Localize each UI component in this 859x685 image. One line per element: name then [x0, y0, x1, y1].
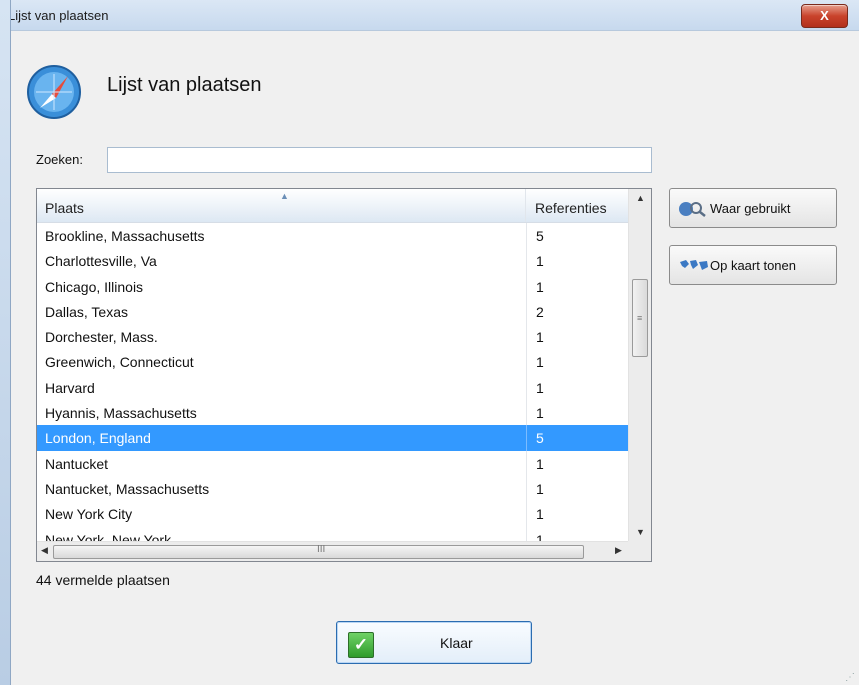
references-cell: 1 — [536, 329, 544, 346]
column-separator — [526, 425, 527, 451]
world-map-icon — [680, 260, 708, 270]
place-name-cell: Nantucket — [45, 455, 109, 472]
places-list[interactable]: Plaats ▲ Referenties Brookline, Massachu… — [36, 188, 652, 562]
grip-icon: III — [317, 544, 326, 555]
list-row[interactable]: Dorchester, Mass. 1 — [37, 324, 628, 350]
column-separator — [526, 450, 527, 476]
list-rows: Brookline, Massachusetts 5 Charlottesville… — [37, 223, 628, 552]
close-button[interactable]: X — [801, 4, 848, 28]
horizontal-scrollbar[interactable]: ◀ III ▶ — [37, 541, 651, 561]
vertical-scrollbar[interactable]: ▲ ≡ ▼ — [628, 189, 651, 541]
scroll-right-arrow-icon[interactable]: ▶ — [615, 545, 622, 556]
column-separator — [526, 273, 527, 299]
references-cell: 2 — [536, 303, 544, 320]
resize-grip-icon[interactable]: ⋰ — [845, 672, 855, 683]
place-name-cell: Dorchester, Mass. — [45, 329, 158, 346]
horizontal-scroll-thumb[interactable]: III — [53, 544, 584, 559]
sort-ascending-icon: ▲ — [280, 191, 289, 201]
checkmark-icon: ✓ — [348, 632, 374, 658]
column-separator — [526, 349, 527, 375]
list-row[interactable]: Greenwich, Connecticut 1 — [37, 349, 628, 375]
list-row[interactable]: New York City 1 — [37, 501, 628, 527]
page-title: Lijst van plaatsen — [107, 74, 262, 96]
window-title: Lijst van plaatsen — [8, 8, 109, 23]
scroll-down-arrow-icon[interactable]: ▼ — [629, 527, 651, 537]
references-cell: 1 — [536, 379, 544, 396]
references-cell: 1 — [536, 506, 544, 523]
magnifier-icon — [679, 202, 706, 217]
list-row[interactable]: Brookline, Massachusetts 5 — [37, 223, 628, 249]
search-label: Zoeken: — [36, 152, 83, 167]
scroll-left-arrow-icon[interactable]: ◀ — [41, 545, 48, 556]
list-header: Plaats ▲ Referenties — [37, 189, 628, 223]
column-separator — [526, 223, 527, 249]
list-row[interactable]: London, England 5 — [37, 425, 628, 451]
column-separator — [526, 400, 527, 426]
close-icon: X — [820, 8, 829, 23]
place-name-cell: New York City — [45, 506, 133, 523]
references-cell: 1 — [536, 278, 544, 295]
column-separator — [526, 501, 527, 527]
scrollbar-corner — [628, 541, 651, 561]
place-name-cell: Dallas, Texas — [45, 303, 129, 320]
list-row[interactable]: Nantucket, Massachusetts 1 — [37, 475, 628, 502]
references-cell: 1 — [536, 405, 544, 422]
search-input[interactable] — [107, 147, 652, 173]
references-cell: 1 — [536, 253, 544, 270]
place-name-cell: Greenwich, Connecticut — [45, 354, 194, 371]
scroll-up-arrow-icon[interactable]: ▲ — [629, 193, 651, 203]
place-name-cell: Hyannis, Massachusetts — [45, 405, 197, 422]
places-count-text: 44 vermelde plaatsen — [36, 572, 170, 588]
references-cell: 1 — [536, 354, 544, 371]
list-row[interactable]: Charlottesville, Va 1 — [37, 248, 628, 274]
place-name-cell: Charlottesville, Va — [45, 253, 157, 270]
column-separator — [526, 324, 527, 350]
compass-icon — [27, 65, 81, 119]
window-left-border — [0, 0, 11, 685]
list-row[interactable]: Chicago, Illinois 1 — [37, 273, 628, 299]
grip-icon: ≡ — [637, 313, 643, 323]
list-row[interactable]: Harvard 1 — [37, 374, 628, 401]
references-cell: 1 — [536, 480, 544, 497]
show-on-map-button[interactable]: Op kaart tonen — [669, 245, 837, 285]
column-separator — [526, 298, 527, 325]
vertical-scroll-thumb[interactable]: ≡ — [632, 279, 648, 357]
column-header-referenties[interactable]: Referenties — [527, 189, 628, 222]
place-name-cell: Nantucket, Massachusetts — [45, 480, 210, 497]
column-separator — [526, 475, 527, 502]
dialog-window: Lijst van plaatsen X Lijst van plaatsen … — [0, 0, 859, 685]
place-name-cell: London, England — [45, 430, 151, 447]
list-row[interactable]: Nantucket 1 — [37, 450, 628, 476]
references-cell: 5 — [536, 430, 544, 447]
list-row[interactable]: Dallas, Texas 2 — [37, 298, 628, 325]
column-separator — [526, 374, 527, 401]
place-name-cell: Harvard — [45, 379, 95, 396]
show-on-map-label: Op kaart tonen — [710, 258, 796, 273]
ok-button[interactable]: ✓ Klaar — [336, 621, 532, 664]
where-used-button[interactable]: Waar gebruikt — [669, 188, 837, 228]
column-separator — [526, 248, 527, 274]
ok-label: Klaar — [440, 635, 473, 651]
place-name-cell: Brookline, Massachusetts — [45, 228, 205, 244]
references-cell: 1 — [536, 455, 544, 472]
references-cell: 5 — [536, 228, 544, 244]
title-bar[interactable]: Lijst van plaatsen X — [0, 0, 859, 31]
where-used-label: Waar gebruikt — [710, 201, 791, 216]
place-name-cell: Chicago, Illinois — [45, 278, 144, 295]
list-row[interactable]: Hyannis, Massachusetts 1 — [37, 400, 628, 426]
